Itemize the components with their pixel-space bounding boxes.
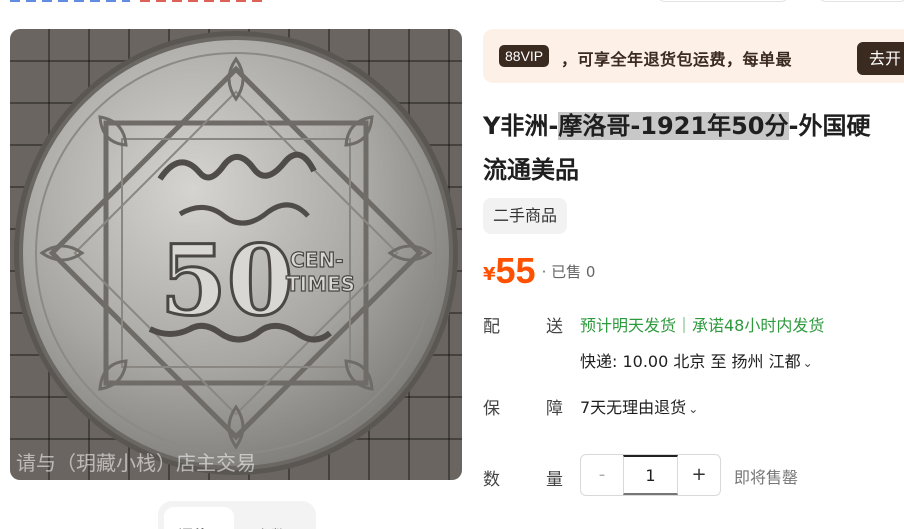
guarantee-label-char-1: 保: [483, 399, 500, 419]
shop-link-fragment[interactable]: [140, 0, 268, 2]
image-watermark: 请与（玥藏小栈）店主交易: [16, 451, 256, 475]
title-suffix: -外国硬: [788, 112, 871, 140]
stock-status: 即将售罄: [734, 468, 799, 487]
shipping-label-char-2: 送: [546, 317, 563, 337]
tab-params[interactable]: 参数: [256, 525, 286, 529]
price-value: 55: [495, 250, 536, 291]
top-strip: [0, 0, 904, 4]
sold-count: · 已售 0: [541, 263, 596, 281]
breadcrumb-fragment[interactable]: [10, 0, 130, 2]
title-highlight: 摩洛哥-1921年50分: [558, 112, 789, 140]
shipping-detail[interactable]: 快递: 10.00 北京 至 扬州 江都 ⌄: [580, 348, 813, 372]
coin-unit-bottom: TIMES: [286, 272, 355, 296]
chevron-down-icon[interactable]: ⌄: [803, 356, 813, 370]
secondhand-tag: 二手商品: [483, 198, 568, 234]
title-prefix: Y非洲-: [483, 112, 559, 140]
product-image[interactable]: 50 CEN- TIMES 请与（玥藏小栈）店主交易: [10, 29, 462, 480]
coin-unit-top: CEN-: [290, 248, 343, 272]
vip-badge: 88VIP: [499, 45, 550, 67]
product-title: Y非洲-摩洛哥-1921年50分-外国硬 流通美品: [483, 104, 904, 192]
promo-text: ，可享全年退货包运费，每单最: [561, 50, 793, 69]
decrease-button[interactable]: -: [581, 455, 623, 495]
quantity-input[interactable]: [623, 455, 678, 495]
top-button-1[interactable]: [657, 0, 789, 2]
guarantee-label-char-2: 障: [546, 399, 563, 419]
promo-open-button[interactable]: 去开: [857, 42, 904, 75]
top-button-2[interactable]: [818, 0, 904, 2]
currency-symbol: ¥: [483, 264, 496, 285]
guarantee-text: 7天无理由退货: [580, 398, 687, 417]
quantity-label-char-2: 量: [546, 470, 563, 490]
product-page: 50 CEN- TIMES 请与（玥藏小栈）店主交易 评价 参数 88VIP ，…: [0, 0, 904, 529]
price-row: ¥55 · 已售 0: [483, 250, 595, 294]
guarantee-label: 保 障: [483, 394, 563, 419]
detail-tabs: 评价 参数: [158, 501, 316, 529]
guarantee-item[interactable]: 7天无理由退货 ⌄: [580, 394, 698, 418]
shipping-promise: 预计明天发货｜承诺48小时内发货: [580, 316, 825, 335]
coin-illustration: 50 CEN- TIMES: [14, 31, 458, 475]
tab-reviews[interactable]: 评价: [164, 507, 234, 529]
increase-button[interactable]: +: [678, 455, 720, 495]
shipping-label-char-1: 配: [483, 317, 500, 337]
shipping-detail-text: 快递: 10.00 北京 至 扬州 江都: [580, 352, 801, 371]
quantity-label-char-1: 数: [483, 470, 500, 490]
quantity-label: 数 量: [483, 465, 563, 490]
chevron-down-icon[interactable]: ⌄: [688, 402, 698, 416]
coin-denomination: 50: [160, 224, 294, 337]
vip-promo-banner: 88VIP ，可享全年退货包运费，每单最 去开: [483, 29, 904, 83]
quantity-stepper: - +: [580, 454, 721, 496]
title-line2: 流通美品: [483, 156, 579, 184]
shipping-label: 配 送: [483, 312, 563, 337]
